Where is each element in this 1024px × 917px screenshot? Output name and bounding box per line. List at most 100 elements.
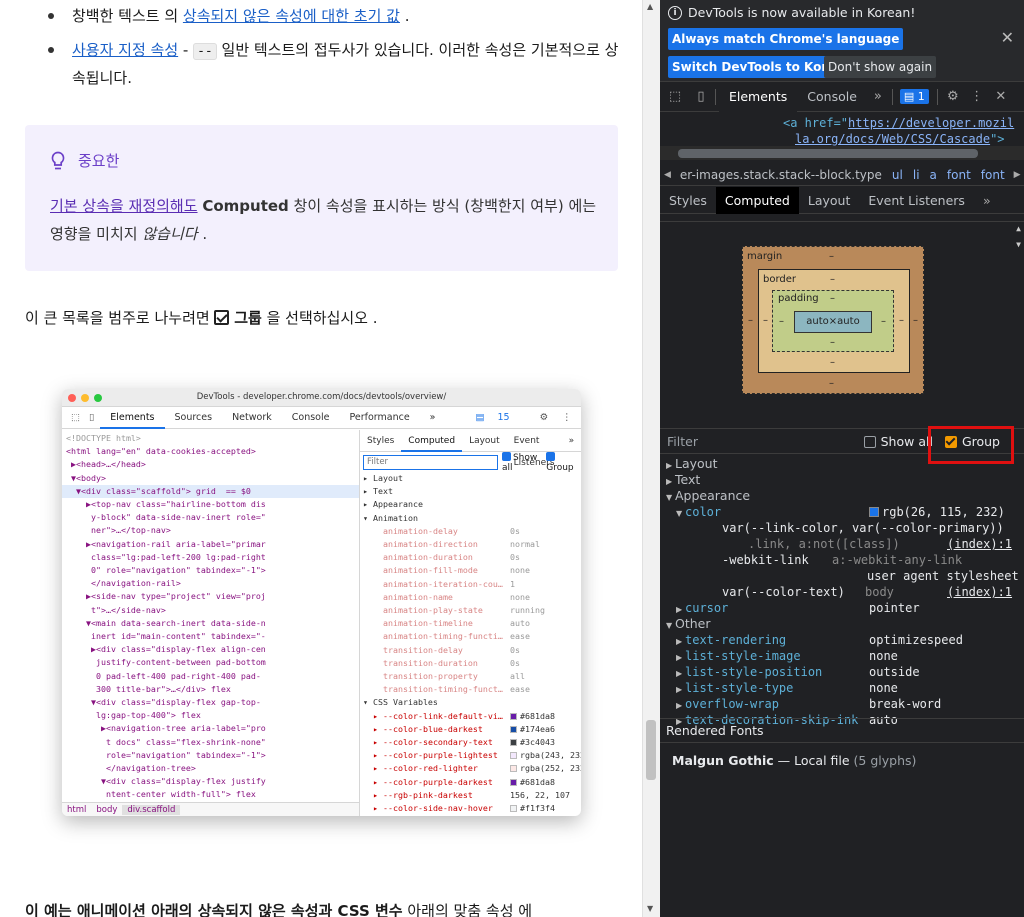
margin-right-value[interactable]: – (913, 315, 918, 326)
shot-prop-value: none (510, 565, 530, 576)
kebab-menu-icon[interactable]: ⋮ (965, 89, 989, 104)
padding-bottom-value[interactable]: – (830, 337, 835, 348)
crumb-item[interactable]: font (942, 168, 976, 182)
padding-top-value[interactable]: – (830, 293, 835, 304)
inherited-initial-value-link[interactable]: 상속되지 않은 속성에 대한 초기 값 (183, 7, 400, 25)
shot-dom-line: ▶<head>…</head> (66, 459, 146, 470)
tab-event-listeners[interactable]: Event Listeners (859, 187, 974, 214)
trace-value: var(--link-color, var(--color-primary)) (722, 521, 1004, 535)
font-name: Malgun Gothic (672, 753, 774, 768)
scroll-down-icon[interactable]: ▼ (647, 904, 653, 913)
inspect-element-icon[interactable]: ⬚ (660, 89, 690, 104)
tab-console[interactable]: Console (797, 82, 867, 112)
box-model-content[interactable]: auto×auto (794, 311, 872, 333)
border-bottom-value[interactable]: – (830, 357, 835, 368)
source-href-link[interactable]: https://developer.mozil (848, 116, 1014, 130)
bullet-text-end: . (399, 7, 410, 25)
shot-rtab: Computed (401, 430, 463, 452)
other-properties-list: ▶ text-rendering optimizespeed ▶ list-style-… (660, 632, 1024, 728)
color-swatch-icon[interactable] (869, 507, 879, 517)
property-value: optimizespeed (869, 633, 963, 647)
category-appearance[interactable]: ▼ Appearance (660, 488, 1024, 504)
crumb-item[interactable]: font (976, 168, 1010, 182)
padding-left-value[interactable]: – (779, 316, 784, 327)
source-link[interactable]: (index):1 (947, 536, 1012, 552)
window-titlebar: DevTools - developer.chrome.com/docs/dev… (62, 389, 581, 407)
tab-layout[interactable]: Layout (799, 187, 860, 214)
shot-var-row: ▸ --color-secondary-text #3c4043 (363, 736, 581, 749)
page-scrollbar-thumb[interactable] (646, 720, 656, 780)
always-match-language-button[interactable]: Always match Chrome's language (668, 28, 904, 50)
shot-color-swatch-icon (510, 765, 517, 773)
issues-badge[interactable]: ▤ 1 (899, 89, 929, 104)
border-top-value[interactable]: – (830, 274, 835, 285)
crumb-item[interactable]: li (908, 168, 925, 182)
crumb-item[interactable]: a (925, 168, 942, 182)
padding-right-value[interactable]: – (881, 316, 886, 327)
margin-bottom-value[interactable]: – (829, 378, 834, 389)
scroll-up-icon[interactable]: ▲ (1016, 224, 1021, 233)
shot-group-row: ▾ Animation (363, 512, 418, 523)
property-row[interactable]: ▶ list-style-type none (660, 680, 1024, 696)
shot-dom-line: role="navigation" tabindex="-1"> (66, 749, 266, 760)
source-href-link-cont[interactable]: la.org/docs/Web/CSS/Cascade (795, 132, 990, 146)
note-header: 중요한 (50, 150, 119, 171)
more-subtabs-icon[interactable]: » (974, 187, 1000, 214)
crumb-item[interactable]: er-images.stack.stack--block.type (675, 168, 887, 182)
shot-rtab: » (568, 435, 575, 446)
shot-var-name: ▸ --color-link-default-vi… (373, 710, 503, 721)
filter-input[interactable]: Filter (667, 434, 864, 449)
box-model-margin[interactable]: margin – – – – border – – – – padding – … (742, 246, 924, 394)
dont-show-again-button[interactable]: Don't show again (824, 56, 937, 78)
tab-elements[interactable]: Elements (719, 81, 798, 112)
unchecked-checkbox-icon (863, 435, 876, 448)
property-name: overflow-wrap (685, 697, 779, 711)
source-line[interactable]: <a href="https://developer.mozil (783, 116, 1014, 130)
margin-label: margin (747, 251, 783, 262)
custom-properties-link[interactable]: 사용자 지정 속성 (72, 41, 178, 59)
box-model-padding[interactable]: padding – – – – auto×auto (772, 290, 894, 352)
shot-prop-name: animation-iteration-cou… (383, 578, 503, 589)
margin-top-value[interactable]: – (829, 251, 834, 262)
tab-styles[interactable]: Styles (660, 187, 716, 214)
horizontal-scrollbar-thumb[interactable] (678, 149, 978, 158)
close-icon[interactable]: ✕ (1001, 28, 1014, 47)
shot-prop-name: animation-name (383, 591, 453, 602)
category-other[interactable]: ▼ Other (660, 616, 1024, 632)
margin-left-value[interactable]: – (748, 315, 753, 326)
property-row[interactable]: ▶ list-style-image none (660, 648, 1024, 664)
source-line[interactable]: la.org/docs/Web/CSS/Cascade"> (795, 132, 1005, 146)
override-inheritance-link[interactable]: 기본 상속을 재정의해도 (50, 197, 198, 215)
property-row[interactable]: ▶ text-rendering optimizespeed (660, 632, 1024, 648)
list-item: 사용자 지정 속성 - -- 일반 텍스트의 접두사가 있습니다. 이러한 속성… (48, 37, 620, 91)
gear-icon[interactable]: ⚙ (941, 89, 965, 104)
border-left-value[interactable]: – (763, 315, 768, 326)
property-row-color[interactable]: ▼ color rgb(26, 115, 232) (660, 504, 1024, 520)
shot-gear-icon: ⚙ (539, 411, 549, 423)
show-all-checkbox[interactable]: Show all (863, 434, 933, 449)
box-model-border[interactable]: border – – – – padding – – – – auto×auto (758, 269, 910, 373)
property-value: none (869, 681, 898, 695)
infobar-text: DevTools is now available in Korean! (688, 5, 916, 20)
category-text[interactable]: ▶ Text (660, 472, 1024, 488)
tab-computed[interactable]: Computed (715, 186, 799, 214)
shot-prop-row: transition-delay 0s (363, 644, 581, 657)
property-row-cursor[interactable]: ▶ cursor pointer (660, 600, 1024, 616)
property-row[interactable]: ▶ list-style-position outside (660, 664, 1024, 680)
border-right-value[interactable]: – (899, 315, 904, 326)
crumb-item[interactable]: ul (887, 168, 908, 182)
device-toolbar-icon[interactable]: ▯ (690, 89, 712, 104)
shot-prop-name: animation-timing-functi… (383, 631, 503, 642)
shot-prop-value: 0s (510, 552, 520, 563)
trace-row: var(--link-color, var(--color-primary)) (660, 520, 1024, 536)
crumb-left-icon[interactable]: ◀ (660, 170, 675, 180)
source-link[interactable]: (index):1 (947, 584, 1012, 600)
scroll-up-icon[interactable]: ▲ (647, 2, 653, 11)
close-devtools-icon[interactable]: ✕ (989, 89, 1013, 104)
more-tabs-icon[interactable]: » (867, 89, 889, 104)
property-row[interactable]: ▶ overflow-wrap break-word (660, 696, 1024, 712)
scroll-down-icon[interactable]: ▼ (1016, 240, 1021, 249)
crumb-right-icon[interactable]: ▶ (1010, 170, 1024, 180)
shot-dom-line: ▶<side-nav type="project" view="proj (66, 591, 266, 602)
padding-label: padding (778, 293, 819, 304)
